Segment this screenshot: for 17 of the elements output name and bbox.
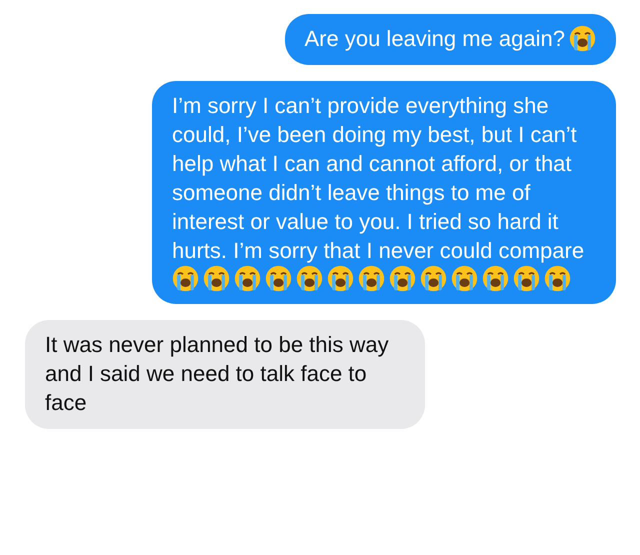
crying-face-icon [569, 25, 596, 52]
crying-face-icon [389, 265, 416, 292]
crying-face-icon [358, 265, 385, 292]
crying-face-icon [296, 265, 323, 292]
crying-face-icon [451, 265, 478, 292]
crying-face-icon [482, 265, 509, 292]
message-text: I’m sorry I can’t provide everything she could, I’ve been doing my best, but I can’t help what I can and cannot afford, or that someone didn’t leave things to me of interest or value to you. I tried so hard it hurts. I’m sorry that I never could compare [172, 92, 586, 265]
crying-face-icon [544, 265, 571, 292]
crying-face-icon [203, 265, 230, 292]
message-text: It was never planned to be this way and I said we need to talk face to face [45, 331, 390, 417]
message-text: Are you leaving me again? [304, 25, 565, 53]
crying-face-icon [327, 265, 354, 292]
crying-face-icon [234, 265, 261, 292]
crying-face-icon [265, 265, 292, 292]
crying-face-icon [420, 265, 447, 292]
crying-face-icon [513, 265, 540, 292]
crying-face-icon [172, 265, 199, 292]
